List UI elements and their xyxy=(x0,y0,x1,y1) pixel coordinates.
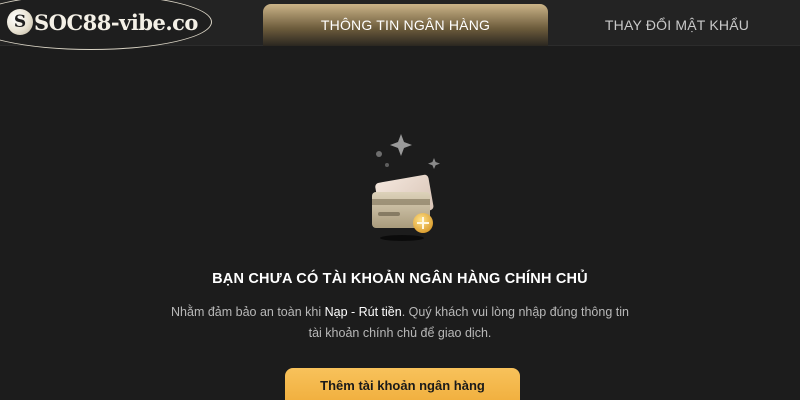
tab-bank-info[interactable]: THÔNG TIN NGÂN HÀNG xyxy=(263,4,548,46)
logo-text: SOC88-vibe.co xyxy=(34,9,198,35)
brand-logo[interactable]: S SOC88-vibe.co xyxy=(0,0,212,50)
desc-highlight: Nạp - Rút tiền xyxy=(324,305,402,319)
empty-state-title: BẠN CHƯA CÓ TÀI KHOẢN NGÂN HÀNG CHÍNH CH… xyxy=(212,271,588,287)
empty-state-description: Nhằm đảm bảo an toàn khi Nạp - Rút tiền.… xyxy=(170,302,630,344)
bank-card-add-icon xyxy=(356,128,452,244)
desc-text-start: Nhằm đảm bảo an toàn khi xyxy=(171,305,325,319)
logo-mark-icon: S xyxy=(7,9,33,35)
tab-change-password[interactable]: THAY ĐỔI MẬT KHẨU xyxy=(562,4,792,46)
add-bank-account-button[interactable]: Thêm tài khoản ngân hàng xyxy=(285,368,520,400)
top-bar: S SOC88-vibe.co THÔNG TIN NGÂN HÀNG THAY… xyxy=(0,0,800,50)
